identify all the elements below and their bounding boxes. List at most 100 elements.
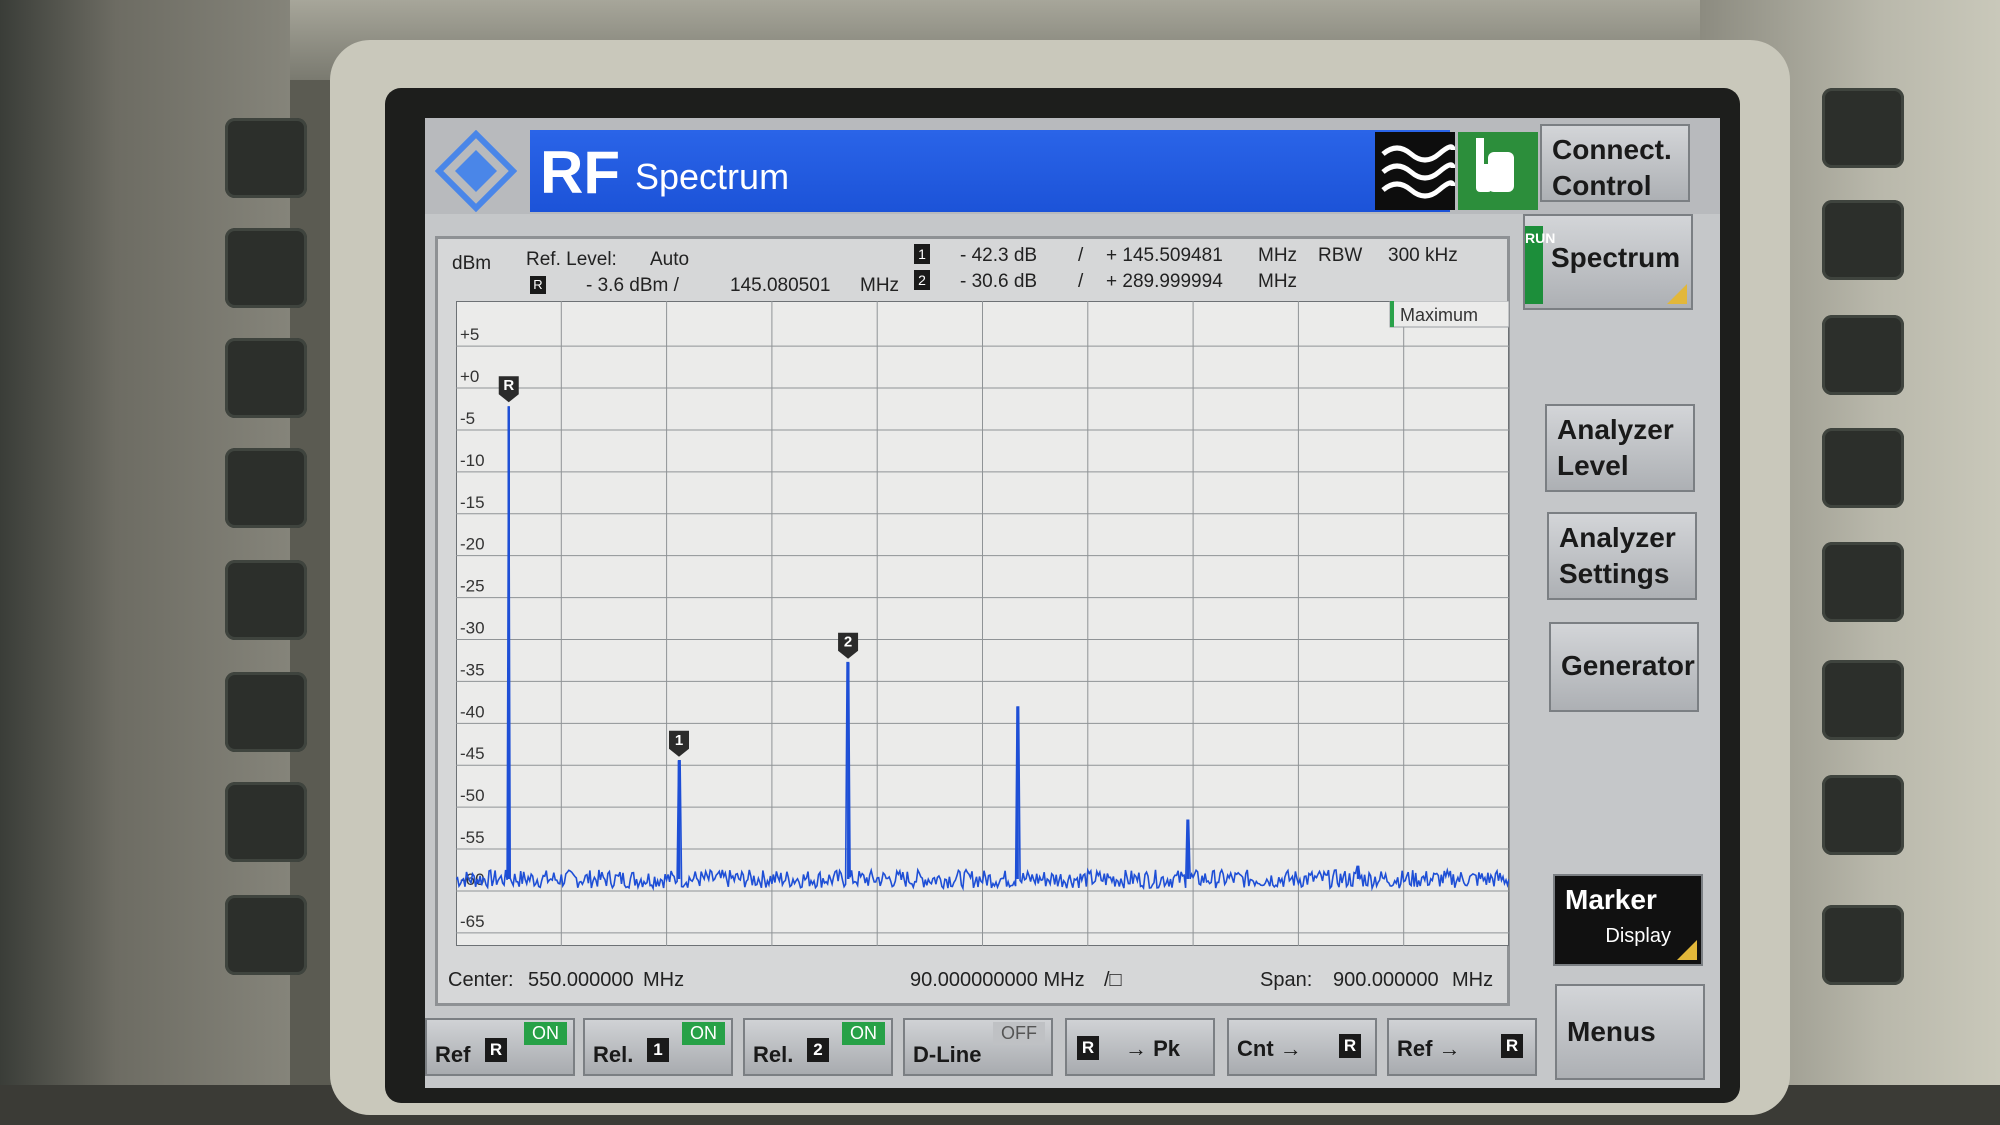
ref-to-marker-label: Ref → [1397,1036,1461,1061]
center-to-marker-button[interactable]: Cnt → R [1227,1018,1377,1076]
marker-flag-label: R [503,377,514,394]
marker-1-icon: 1 [647,1038,669,1062]
center-label: Center: [448,969,514,991]
y-tick-label: +5 [460,325,479,344]
ref-level-label: Ref. Level: [526,249,617,270]
ref-marker-icon: R [1077,1036,1099,1060]
marker-1-icon: 1 [914,244,930,264]
spectrum-button-label: Spectrum [1551,242,1681,273]
center-to-marker-label: Cnt → [1237,1036,1302,1061]
hardware-key-left-6[interactable] [225,672,307,752]
marker-flag-label: 1 [675,732,683,749]
ref-toggle-label: Ref [435,1042,471,1067]
y-tick-label: -25 [460,577,485,596]
rel-1-state-badge: ON [682,1022,725,1045]
spectrum-panel: dBm Ref. Level: Auto R - 3.6 dBm / 145.0… [435,236,1510,1006]
hardware-key-right-1[interactable] [1822,88,1904,168]
spectrum-chart[interactable]: +5+0-5-10-15-20-25-30-35-40-45-50-55-60-… [455,300,1510,947]
hardware-key-right-7[interactable] [1822,775,1904,855]
display-line-label: D-Line [913,1042,982,1067]
generator-button[interactable]: Generator [1549,622,1699,712]
detector-indicator [1390,301,1394,327]
y-tick-label: -65 [460,912,485,931]
rel-2-toggle-button[interactable]: Rel. 2 ON [743,1018,893,1076]
title-banner: RF Spectrum [530,130,1538,212]
span-value[interactable]: 900.000000 [1333,969,1439,992]
unit-label: dBm [452,253,492,274]
display-line-state-badge: OFF [993,1022,1045,1045]
marker-display-button[interactable]: Marker Display [1553,874,1703,966]
marker-to-peak-button[interactable]: R → Pk [1065,1018,1215,1076]
analyzer-level-button[interactable]: Analyzer Level [1545,404,1695,492]
spectrum-plot[interactable]: +5 +0 -5 -10 -15 -20 -25 -30 -35 -40 -45 -50 -55 -60-… [455,300,1510,947]
analyzer-settings-button[interactable]: Analyzer Settings [1547,512,1697,600]
marker-1-unit: MHz [1258,245,1298,266]
hardware-key-right-2[interactable] [1822,200,1904,280]
y-tick-label: -10 [460,451,485,470]
y-tick-label: -30 [460,619,485,638]
hardware-key-right-6[interactable] [1822,660,1904,740]
analyzer-settings-line2: Settings [1559,558,1670,589]
wave-icon[interactable] [1375,132,1456,210]
display-label: Display [1605,925,1671,947]
analyzer-settings-line1: Analyzer [1559,522,1676,553]
connect-label-line1: Connect. [1552,134,1672,165]
ref-marker-icon: R [1501,1034,1523,1058]
hardware-key-left-3[interactable] [225,338,307,418]
rbw-label: RBW [1318,245,1363,266]
rel-2-label: Rel. [753,1042,794,1067]
marker-2-icon: 2 [807,1038,829,1062]
y-tick-label: +0 [460,367,479,386]
y-tick-label: -50 [460,786,485,805]
rel-1-toggle-button[interactable]: Rel. 1 ON [583,1018,733,1076]
y-tick-label: -55 [460,828,485,847]
rohde-schwarz-logo-icon [435,130,517,212]
detector-label: Maximum [1400,305,1478,325]
hardware-key-left-7[interactable] [225,782,307,862]
hardware-key-left-1[interactable] [225,118,307,198]
hardware-key-right-3[interactable] [1822,315,1904,395]
hardware-key-left-5[interactable] [225,560,307,640]
spectrum-button[interactable]: RUN Spectrum [1523,214,1693,310]
center-unit: MHz [643,969,685,991]
connect-label-line2: Control [1552,170,1652,201]
mode-label: RF [540,139,620,206]
span-unit: MHz [1452,969,1494,991]
marker-1-level: - 42.3 dB [960,245,1038,266]
ref-level-value: Auto [650,249,690,270]
analyzer-level-line1: Analyzer [1557,414,1674,445]
page-title: Spectrum [635,156,790,197]
ref-marker-unit: MHz [860,275,900,296]
hardware-key-right-8[interactable] [1822,905,1904,985]
center-value[interactable]: 550.000000 [528,969,634,992]
division-value: 90.000000000 MHz [910,969,1085,991]
generator-label: Generator [1561,650,1695,681]
connect-control-button[interactable]: Connect. Control [1540,124,1690,202]
span-label: Span: [1260,969,1313,991]
marker-2-level: - 30.6 dB [960,271,1038,292]
ref-marker-freq: 145.080501 [730,275,831,296]
marker-1-freq: + 145.509481 [1106,245,1223,266]
hardware-key-left-4[interactable] [225,448,307,528]
display-line-toggle-button[interactable]: D-Line OFF [903,1018,1053,1076]
menus-button[interactable]: Menus [1555,984,1705,1080]
y-tick-label: -45 [460,744,485,763]
hardware-key-right-4[interactable] [1822,428,1904,508]
marker-to-peak-label: → Pk [1125,1036,1181,1061]
ref-state-badge: ON [524,1022,567,1045]
ref-toggle-button[interactable]: Ref R ON [425,1018,575,1076]
marker-1-separator: / [1078,245,1084,266]
y-tick-label: -20 [460,535,485,554]
hand-touch-icon[interactable] [1458,132,1538,210]
hardware-key-left-8[interactable] [225,895,307,975]
y-tick-label: -5 [460,409,475,428]
ref-marker-reading: - 3.6 dBm / [586,275,679,296]
rbw-value: 300 kHz [1388,245,1458,266]
run-status-badge: RUN [1525,226,1555,304]
hardware-key-right-5[interactable] [1822,542,1904,622]
menus-label: Menus [1567,1016,1656,1047]
hardware-key-left-2[interactable] [225,228,307,308]
marker-flag-label: 2 [844,634,852,651]
y-tick-label: -40 [460,702,485,721]
ref-to-marker-button[interactable]: Ref → R [1387,1018,1537,1076]
